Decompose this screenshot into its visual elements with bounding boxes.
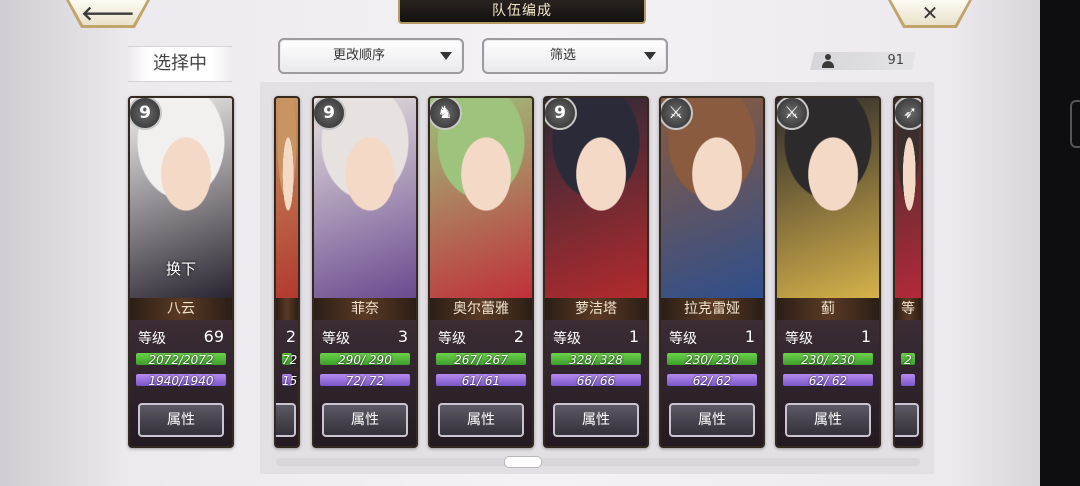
character-card[interactable]: ⚔ 拉克雷娅 等级 1 230/ 230 62/ 62 属性 xyxy=(659,96,765,448)
mp-value: 66/ 66 xyxy=(576,374,616,388)
character-card[interactable]: 9 换下 八云 等级 69 2072/2072 1940/1940 属性 xyxy=(128,96,234,448)
hp-value: 2 xyxy=(904,353,912,367)
level-label: 等级 xyxy=(438,331,466,347)
role-badge-icon: ⚔ xyxy=(661,98,693,130)
character-portrait xyxy=(276,98,298,298)
selecting-tab[interactable]: 选择中 xyxy=(128,46,232,82)
mp-value: 62/ 62 xyxy=(692,374,732,388)
role-badge-icon: ♞ xyxy=(430,98,462,130)
attributes-button[interactable]: 属性 xyxy=(785,403,871,437)
hp-value: 230/ 230 xyxy=(801,353,855,367)
role-badge-icon: 9 xyxy=(545,98,577,130)
character-name: 拉克雷娅 xyxy=(661,298,763,320)
character-name: 萝洁塔 xyxy=(545,298,647,320)
roster-count: 91 xyxy=(810,52,916,70)
attributes-button[interactable]: 属性 xyxy=(438,403,524,437)
sort-dropdown[interactable]: 更改顺序 xyxy=(278,38,464,74)
roster-count-value: 91 xyxy=(887,53,904,68)
character-name: 八云 xyxy=(130,298,232,320)
filter-label: 筛选 xyxy=(549,48,576,63)
hp-value: 230/ 230 xyxy=(685,353,739,367)
user-icon xyxy=(822,54,834,68)
level-value: 3 xyxy=(397,327,408,346)
level-value: 2 xyxy=(285,327,296,346)
attributes-button[interactable] xyxy=(895,403,919,437)
device-edge xyxy=(1040,0,1080,486)
level-label: 等级 xyxy=(138,331,166,347)
character-name: 蓟 xyxy=(777,298,879,320)
character-card[interactable]: ♞ 奥尔蕾雅 等级 2 267/ 267 61/ 61 属性 xyxy=(428,96,534,448)
attributes-button[interactable] xyxy=(276,403,296,437)
roster-scrollbar[interactable] xyxy=(276,458,920,466)
hp-value: 290/ 290 xyxy=(338,353,392,367)
character-name: 奥尔蕾雅 xyxy=(430,298,532,320)
character-card[interactable]: 2 72 15 xyxy=(274,96,300,448)
scrollbar-thumb[interactable] xyxy=(504,456,542,468)
hp-value: 267/ 267 xyxy=(454,353,508,367)
level-label: 等级 xyxy=(669,331,697,347)
character-card[interactable]: ➶ 等 2 xyxy=(893,96,923,448)
role-badge-icon: ⚔ xyxy=(777,98,809,130)
close-button[interactable]: ✕ xyxy=(888,0,972,28)
filter-dropdown[interactable]: 筛选 xyxy=(482,38,668,74)
swap-out-label[interactable]: 换下 xyxy=(130,258,232,279)
mp-value: 1940/1940 xyxy=(148,374,214,388)
attributes-button[interactable]: 属性 xyxy=(669,403,755,437)
level-value: 1 xyxy=(628,327,639,346)
role-badge-icon: 9 xyxy=(130,98,162,130)
level-label: 等级 xyxy=(322,331,350,347)
sort-label: 更改顺序 xyxy=(332,48,385,63)
attributes-button[interactable]: 属性 xyxy=(138,403,224,437)
character-name xyxy=(276,298,298,320)
character-name: 等 xyxy=(895,298,921,320)
level-value: 1 xyxy=(744,327,755,346)
character-card[interactable]: ⚔ 蓟 等级 1 230/ 230 62/ 62 属性 xyxy=(775,96,881,448)
level-label: 等级 xyxy=(553,331,581,347)
role-badge-icon: ➶ xyxy=(895,98,921,130)
mp-value: 15 xyxy=(282,374,298,388)
level-value: 69 xyxy=(203,327,224,346)
page-title: 队伍编成 xyxy=(398,0,646,24)
mp-value: 62/ 62 xyxy=(808,374,848,388)
camera-notch xyxy=(1070,100,1080,148)
hp-value: 72 xyxy=(282,353,298,367)
chevron-down-icon xyxy=(644,52,656,60)
level-value: 1 xyxy=(860,327,871,346)
attributes-button[interactable]: 属性 xyxy=(553,403,639,437)
level-label: 等级 xyxy=(785,331,813,347)
hp-value: 328/ 328 xyxy=(569,353,623,367)
character-card[interactable]: 9 萝洁塔 等级 1 328/ 328 66/ 66 属性 xyxy=(543,96,649,448)
back-button[interactable]: 🡐 xyxy=(66,0,150,28)
character-name: 菲奈 xyxy=(314,298,416,320)
role-badge-icon: 9 xyxy=(314,98,346,130)
level-value: 2 xyxy=(513,327,524,346)
chevron-down-icon xyxy=(440,52,452,60)
attributes-button[interactable]: 属性 xyxy=(322,403,408,437)
mp-value xyxy=(901,375,915,387)
mp-value: 61/ 61 xyxy=(461,374,501,388)
hp-value: 2072/2072 xyxy=(148,353,214,367)
close-icon: ✕ xyxy=(921,1,939,25)
back-arrow-icon: 🡐 xyxy=(81,1,135,25)
mp-value: 72/ 72 xyxy=(345,374,385,388)
character-card[interactable]: 9 菲奈 等级 3 290/ 290 72/ 72 属性 xyxy=(312,96,418,448)
